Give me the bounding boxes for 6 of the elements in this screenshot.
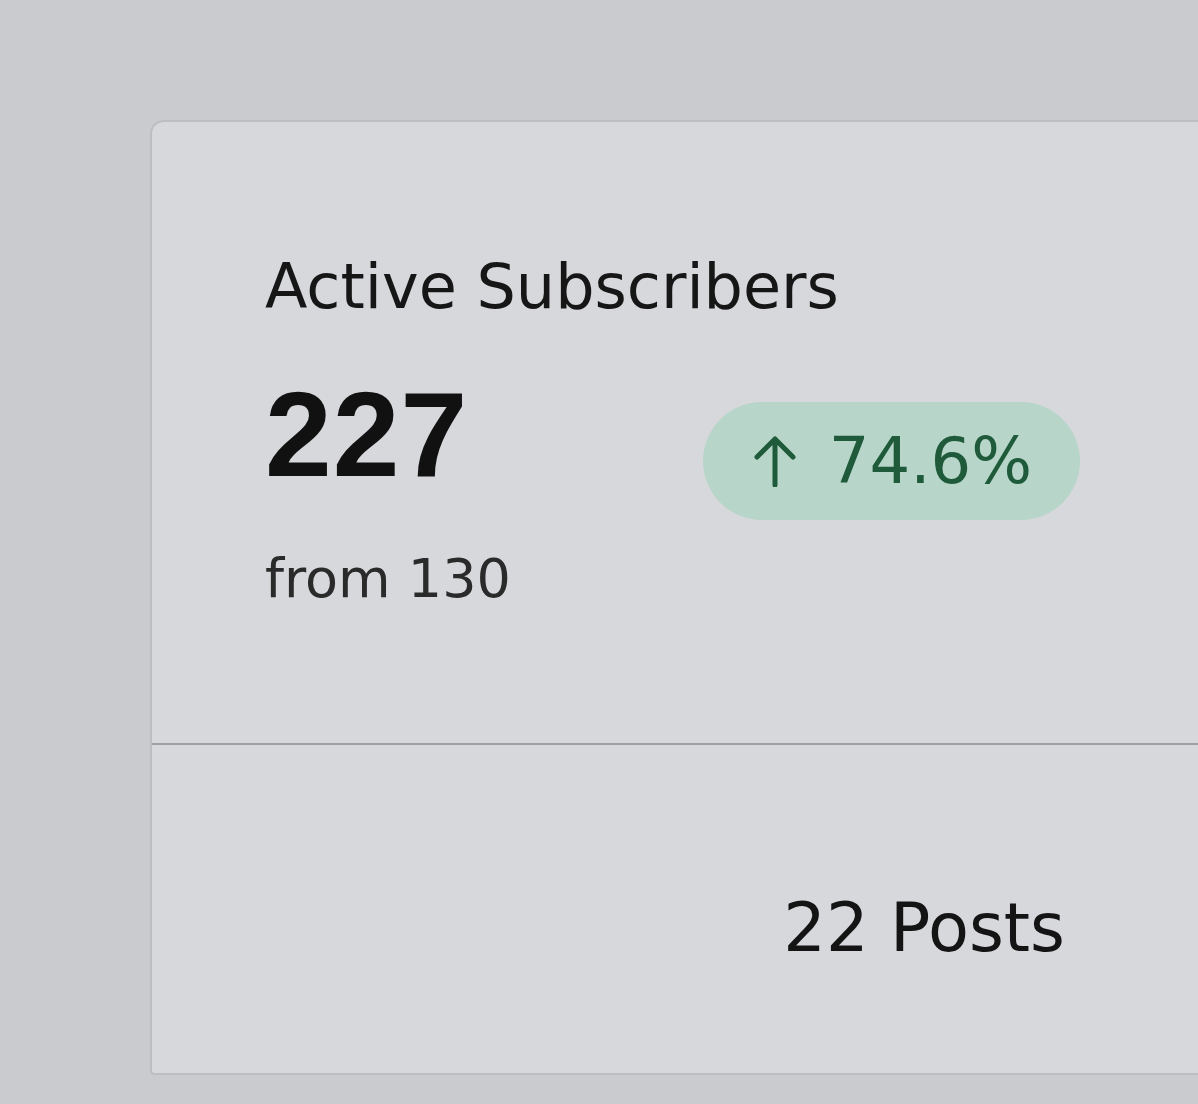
subscriber-count: 227	[265, 374, 469, 495]
change-badge: 74.6%	[702, 402, 1080, 521]
up-arrow-icon	[752, 435, 797, 488]
comparison-text: from 130	[265, 548, 511, 611]
card-title: Active Subscribers	[265, 250, 839, 325]
posts-count: 22 Posts	[783, 890, 1065, 968]
